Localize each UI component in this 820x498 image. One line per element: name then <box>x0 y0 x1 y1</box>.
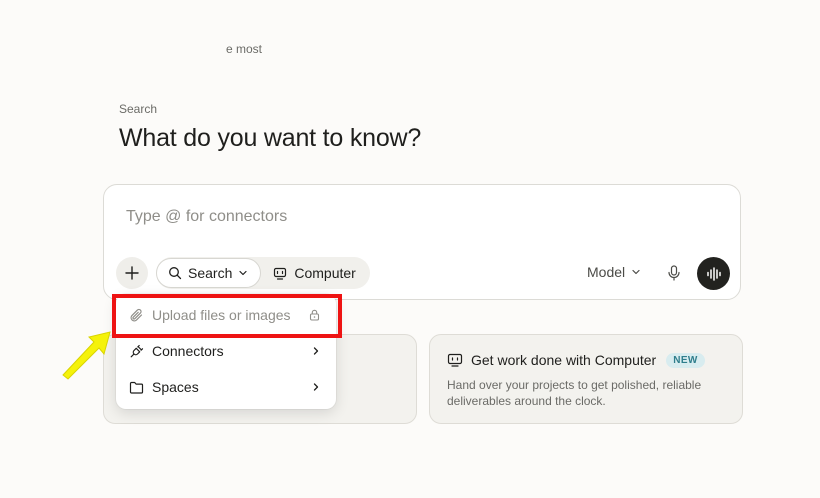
query-input[interactable] <box>124 205 708 229</box>
card-title: Get work done with Computer <box>471 352 657 368</box>
chevron-right-icon <box>308 379 324 395</box>
suggestion-card-left-text: e most <box>226 42 263 56</box>
voice-mode-button[interactable] <box>697 257 730 290</box>
audio-waveform-icon <box>706 266 721 281</box>
paperclip-icon <box>128 307 144 323</box>
computer-mode-button[interactable]: Computer <box>261 258 369 288</box>
lock-icon <box>306 307 322 323</box>
computer-promo-card[interactable]: Get work done with Computer NEW Hand ove… <box>429 334 743 424</box>
chevron-down-icon <box>632 269 640 275</box>
search-mode-button[interactable]: Search <box>156 258 262 288</box>
computer-icon <box>447 353 463 367</box>
menu-item-connectors[interactable]: Connectors <box>116 334 336 368</box>
dictation-button[interactable] <box>664 263 684 283</box>
menu-item-label: Spaces <box>152 379 199 395</box>
page: Search What do you want to know? Search <box>0 0 820 498</box>
computer-icon <box>274 267 287 280</box>
page-title: What do you want to know? <box>119 124 422 152</box>
search-icon <box>169 267 182 280</box>
card-title-row: Get work done with Computer NEW <box>447 352 705 368</box>
page-eyebrow: Search <box>119 102 158 116</box>
query-composer: Search Computer Model <box>103 184 741 300</box>
new-badge: NEW <box>666 352 705 368</box>
microphone-icon <box>668 265 680 281</box>
chevron-right-icon <box>308 343 324 359</box>
add-attachment-button[interactable] <box>116 257 148 289</box>
search-mode-label: Search <box>188 265 233 281</box>
chevron-down-icon <box>239 270 247 276</box>
model-selector[interactable]: Model <box>587 264 641 280</box>
menu-item-label: Upload files or images <box>152 307 291 323</box>
plus-icon <box>125 266 139 280</box>
plug-icon <box>128 343 144 359</box>
folder-icon <box>128 379 144 395</box>
attachment-menu: Upload files or images Connectors Spaces <box>116 294 336 409</box>
menu-item-upload-files[interactable]: Upload files or images <box>116 298 336 332</box>
card-description: Hand over your projects to get polished,… <box>447 378 702 408</box>
menu-item-label: Connectors <box>152 343 224 359</box>
computer-mode-label: Computer <box>294 265 356 281</box>
mode-selector: Search Computer <box>156 257 370 289</box>
menu-item-spaces[interactable]: Spaces <box>116 370 336 404</box>
model-label: Model <box>587 264 626 280</box>
